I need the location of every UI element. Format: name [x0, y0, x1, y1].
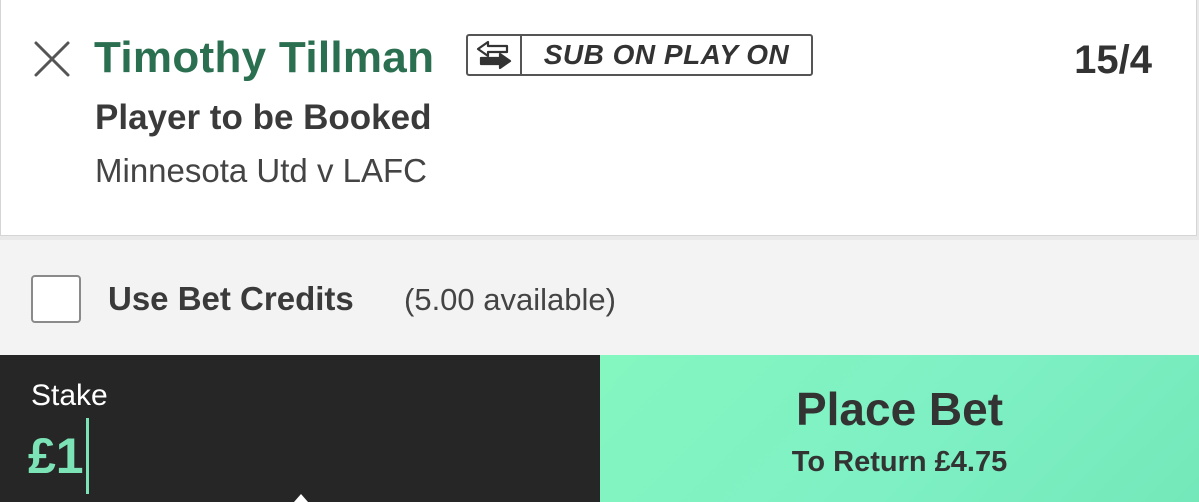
- bet-credits-available: (5.00 available): [404, 282, 616, 317]
- event-name: Minnesota Utd v LAFC: [95, 152, 427, 189]
- remove-selection-button[interactable]: [31, 38, 73, 80]
- stake-value: £1: [28, 428, 84, 484]
- bet-credits-label[interactable]: Use Bet Credits: [108, 277, 354, 321]
- to-return-label: To Return £4.75: [791, 446, 1008, 478]
- place-bet-button[interactable]: Place Bet To Return £4.75: [600, 355, 1199, 502]
- bet-selection-card: Timothy Tillman SUB ON PLAY ON 15/4 Play…: [0, 0, 1197, 236]
- close-icon: [34, 41, 70, 77]
- sub-on-play-on-badge: SUB ON PLAY ON: [466, 34, 813, 76]
- bet-credits-row: Use Bet Credits (5.00 available): [0, 240, 1199, 355]
- text-caret: [85, 418, 89, 494]
- sub-badge-label: SUB ON PLAY ON: [543, 39, 790, 70]
- bet-credits-checkbox[interactable]: [31, 275, 81, 323]
- player-name: Timothy Tillman: [94, 33, 435, 82]
- odds-value: 15/4: [1074, 38, 1152, 82]
- market-name: Player to be Booked: [95, 98, 432, 137]
- caret-marker-icon: [294, 494, 308, 502]
- stake-label: Stake: [31, 379, 108, 412]
- stake-input[interactable]: £1: [28, 417, 89, 495]
- stake-panel: Stake £1: [0, 355, 600, 502]
- swap-arrows-icon: [468, 36, 522, 74]
- place-bet-label: Place Bet: [795, 383, 1004, 435]
